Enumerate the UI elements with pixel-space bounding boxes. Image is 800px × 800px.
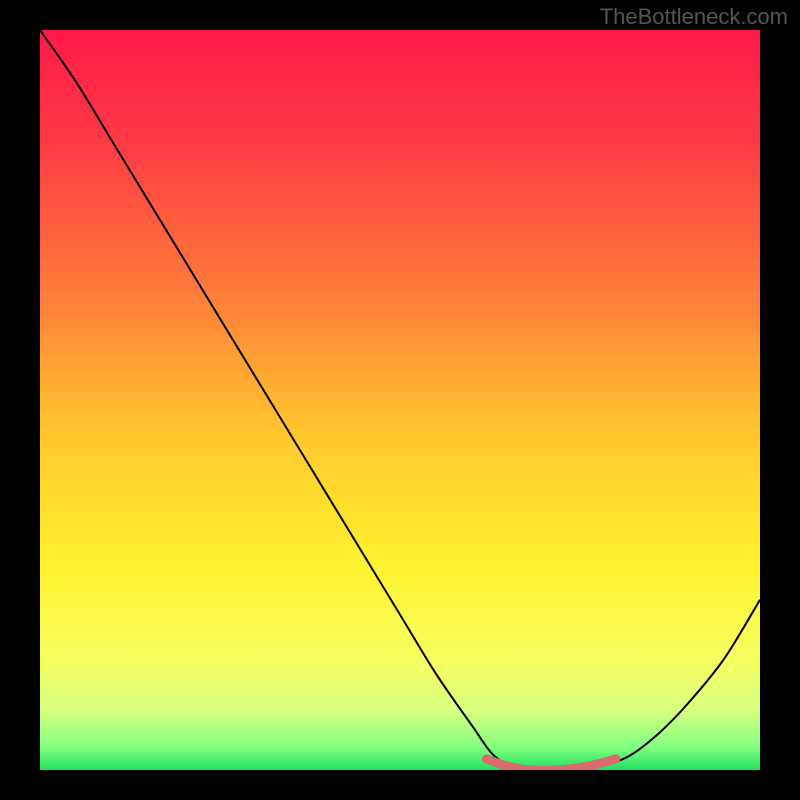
chart-area: [40, 30, 760, 770]
attribution-text: TheBottleneck.com: [600, 4, 788, 30]
bottleneck-curve: [40, 30, 760, 770]
curve-overlay: [40, 30, 760, 770]
optimal-zone-highlight: [486, 759, 616, 770]
